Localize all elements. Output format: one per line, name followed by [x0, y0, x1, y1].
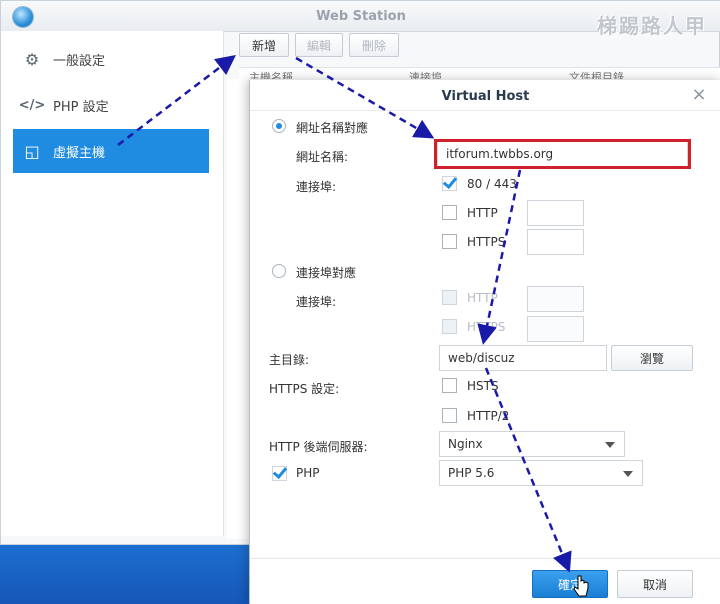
checkbox-http-label: HTTP: [467, 206, 498, 220]
docroot-input[interactable]: web/discuz: [439, 345, 607, 371]
gear-icon: ⚙: [24, 49, 40, 69]
sidebar: ⚙ 一般設定 </> PHP 設定 ◱ 虛擬主機: [1, 31, 224, 536]
port2-label: 連接埠:: [296, 295, 337, 309]
divider: [250, 110, 720, 111]
sidebar-item-php[interactable]: </> PHP 設定: [13, 83, 209, 127]
php-label: PHP: [296, 466, 320, 480]
backend-select-value: Nginx: [448, 437, 483, 451]
chevron-down-icon: [605, 442, 615, 448]
checkbox-80-443-label: 80 / 443: [467, 177, 517, 191]
http-port2-input[interactable]: [527, 286, 584, 312]
highlight-box: [434, 139, 691, 169]
edit-button[interactable]: 編輯: [295, 33, 343, 57]
virtual-host-icon: ◱: [24, 141, 40, 161]
chevron-down-icon: [623, 471, 633, 477]
sidebar-item-virtual-host[interactable]: ◱ 虛擬主機: [13, 129, 209, 173]
checkbox-https[interactable]: [442, 234, 457, 249]
sidebar-item-general[interactable]: ⚙ 一般設定: [13, 37, 209, 81]
backend-select[interactable]: Nginx: [439, 431, 625, 457]
sidebar-item-label: 一般設定: [53, 53, 106, 69]
docroot-label: 主目錄:: [269, 353, 310, 367]
checkbox-php[interactable]: [272, 466, 287, 481]
checkbox-https-disabled[interactable]: [442, 319, 457, 334]
checkbox-80-443[interactable]: [442, 176, 457, 191]
close-icon[interactable]: ×: [690, 86, 708, 104]
checkbox-https-label: HTTPS: [467, 235, 506, 249]
checkbox-https-disabled-label: HTTPS: [467, 320, 506, 334]
checkbox-http2-label: HTTP/2: [467, 409, 510, 423]
cancel-button[interactable]: 取消: [617, 570, 693, 598]
https-port-input[interactable]: [527, 229, 584, 255]
code-icon: </>: [18, 97, 46, 113]
watermark: 梯踢路人甲: [597, 14, 707, 38]
virtual-host-dialog: Virtual Host × 網址名稱對應 網址名稱: itforum.twbb…: [249, 80, 720, 604]
checkbox-http[interactable]: [442, 205, 457, 220]
radio-port-mapping[interactable]: [272, 264, 286, 278]
checkbox-http-disabled[interactable]: [442, 290, 457, 305]
hostname-label: 網址名稱:: [296, 150, 349, 164]
browse-button[interactable]: 瀏覽: [611, 345, 693, 371]
checkbox-http-disabled-label: HTTP: [467, 291, 498, 305]
desktop-background: [0, 545, 250, 604]
sidebar-item-label: 虛擬主機: [53, 145, 106, 161]
radio-port-label: 連接埠對應: [296, 266, 357, 280]
ok-button[interactable]: 確定: [532, 570, 608, 598]
title-bar: Web Station 梯踢路人甲: [1, 1, 720, 38]
php-select-value: PHP 5.6: [448, 466, 495, 480]
checkbox-hsts[interactable]: [442, 378, 457, 393]
port-label: 連接埠:: [296, 180, 337, 194]
checkbox-hsts-label: HSTS: [467, 379, 499, 393]
https-settings-label: HTTPS 設定:: [269, 382, 340, 396]
divider: [250, 558, 720, 559]
https-port2-input[interactable]: [527, 316, 584, 342]
backend-label: HTTP 後端伺服器:: [269, 440, 368, 454]
add-button[interactable]: 新增: [239, 33, 289, 57]
delete-button[interactable]: 刪除: [349, 33, 399, 57]
php-select[interactable]: PHP 5.6: [439, 460, 643, 486]
radio-hostname-label: 網址名稱對應: [296, 121, 369, 135]
checkbox-http2[interactable]: [442, 408, 457, 423]
radio-hostname-mapping[interactable]: [272, 119, 286, 133]
sidebar-item-label: PHP 設定: [53, 99, 109, 115]
http-port-input[interactable]: [527, 200, 584, 226]
dialog-title: Virtual Host: [441, 89, 530, 104]
